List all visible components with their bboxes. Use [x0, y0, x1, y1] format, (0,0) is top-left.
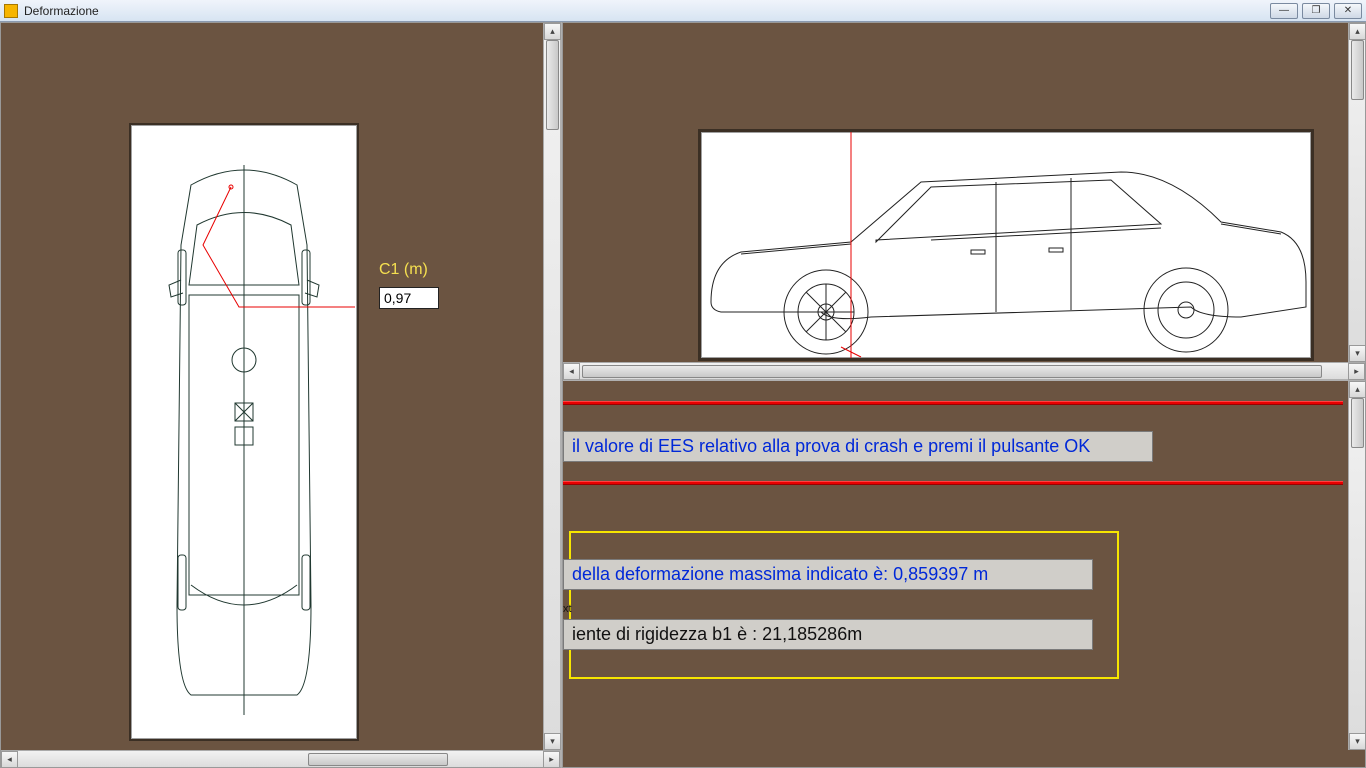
scroll-thumb-v[interactable] — [1351, 40, 1364, 100]
right-bottom-v-scrollbar[interactable]: ▴ ▾ — [1348, 381, 1365, 750]
results-frame — [569, 531, 1119, 679]
scroll-down-icon[interactable]: ▾ — [1349, 733, 1366, 750]
left-vertical-scrollbar[interactable]: ▴ ▾ — [543, 23, 560, 750]
c1-label: C1 (m) — [379, 261, 428, 279]
deformation-max-box: della deformazione massima indicato è: 0… — [563, 559, 1093, 590]
scroll-down-icon[interactable]: ▾ — [1349, 345, 1366, 362]
app-icon — [4, 4, 18, 18]
scroll-up-icon[interactable]: ▴ — [544, 23, 561, 40]
left-pane: C1 (m) ▴ ▾ ◂ ▸ — [0, 22, 562, 768]
scroll-left-icon[interactable]: ◂ — [563, 363, 580, 380]
scroll-up-icon[interactable]: ▴ — [1349, 381, 1366, 398]
scroll-thumb-v[interactable] — [1351, 398, 1364, 448]
close-button[interactable]: ✕ — [1334, 3, 1362, 19]
minimize-button[interactable]: — — [1270, 3, 1298, 19]
scroll-thumb-h[interactable] — [308, 753, 448, 766]
workspace: C1 (m) ▴ ▾ ◂ ▸ — [0, 22, 1366, 768]
right-top-v-scrollbar[interactable]: ▴ ▾ — [1348, 23, 1365, 362]
ees-prompt-box: il valore di EES relativo alla prova di … — [563, 431, 1153, 462]
side-view-canvas[interactable] — [698, 129, 1314, 361]
scroll-right-icon[interactable]: ▸ — [543, 751, 560, 768]
scroll-up-icon[interactable]: ▴ — [1349, 23, 1366, 40]
right-pane: ◂ ▸ ▴ ▾ il valore di EES relativo alla p… — [562, 22, 1366, 768]
window-controls: — ❐ ✕ — [1270, 3, 1362, 19]
scroll-down-icon[interactable]: ▾ — [544, 733, 561, 750]
xt-label: xt — [563, 603, 572, 615]
scroll-thumb-v[interactable] — [546, 40, 559, 130]
left-horizontal-scrollbar[interactable]: ◂ ▸ — [1, 750, 560, 767]
right-bottom-pane: il valore di EES relativo alla prova di … — [563, 381, 1365, 767]
deformation-line — [203, 185, 355, 307]
red-divider-top — [563, 401, 1343, 405]
car-side-view-drawing — [701, 132, 1311, 358]
c1-input[interactable] — [379, 287, 439, 309]
maximize-button[interactable]: ❐ — [1302, 3, 1330, 19]
car-top-view-drawing — [131, 125, 357, 739]
top-view-canvas[interactable] — [129, 123, 359, 741]
scroll-thumb-h[interactable] — [582, 365, 1322, 378]
window-title: Deformazione — [24, 4, 99, 18]
red-divider-bottom — [563, 481, 1343, 485]
scroll-left-icon[interactable]: ◂ — [1, 751, 18, 768]
rigidity-b1-box: iente di rigidezza b1 è : 21,185286m — [563, 619, 1093, 650]
titlebar: Deformazione — ❐ ✕ — [0, 0, 1366, 22]
right-top-pane: ◂ ▸ ▴ ▾ — [563, 23, 1365, 381]
scroll-right-icon[interactable]: ▸ — [1348, 363, 1365, 380]
right-top-h-scrollbar[interactable]: ◂ ▸ — [563, 362, 1365, 379]
